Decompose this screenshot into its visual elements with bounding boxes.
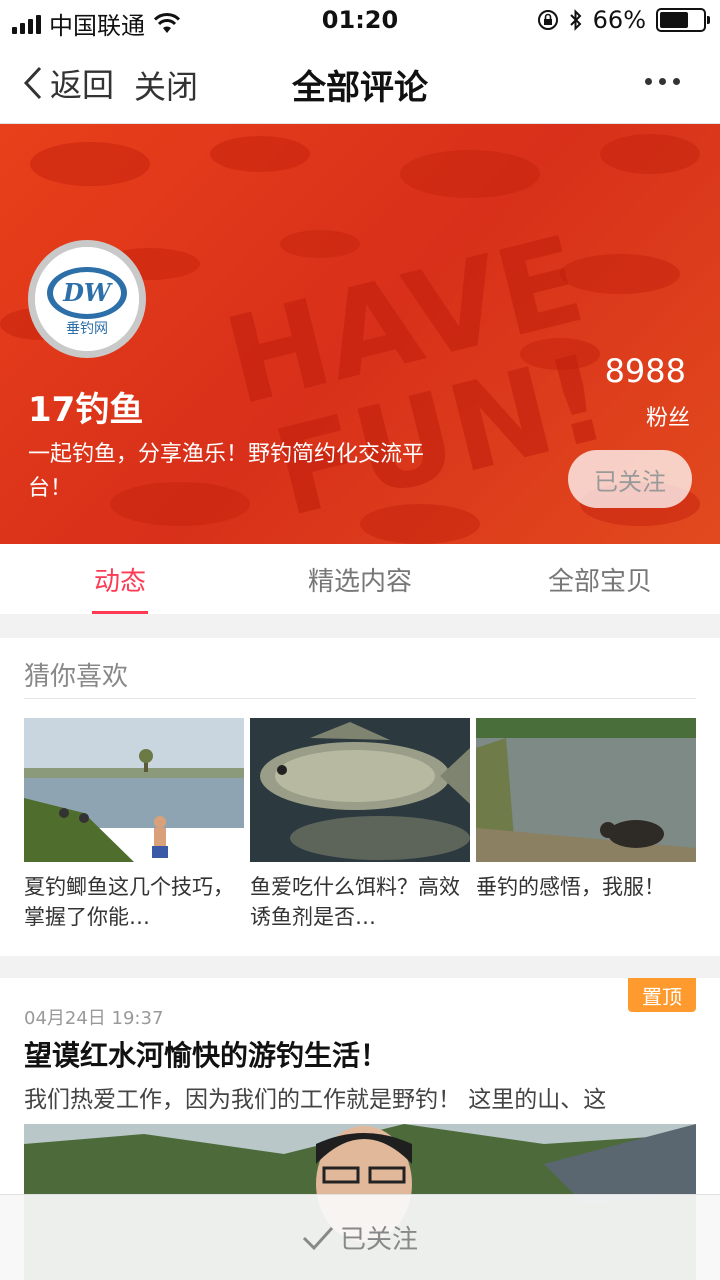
recommendation-card[interactable]: 鱼爱吃什么饵料？高效诱鱼剂是否… xyxy=(250,718,470,934)
shop-avatar[interactable]: DW 垂钓网 xyxy=(28,240,146,358)
recommendation-title: 垂钓的感悟，我服！ xyxy=(476,875,665,899)
rotation-lock-icon xyxy=(537,10,558,30)
close-button[interactable]: 关闭 xyxy=(134,62,198,108)
pond-buffalo-photo xyxy=(476,718,696,862)
back-label: 返回 xyxy=(50,66,115,104)
chevron-left-icon xyxy=(23,66,42,100)
fans-label: 粉丝 xyxy=(645,406,690,431)
more-icon[interactable] xyxy=(645,78,680,85)
status-bar: 中国联通 01:20 66% xyxy=(0,0,720,40)
recommendations-section: 猜你喜欢 夏钓鲫鱼这几个技巧，掌握了你能… 鱼爱吃什么饵料？高效诱鱼剂是否… 垂… xyxy=(0,638,720,956)
recommendation-card[interactable]: 垂钓的感悟，我服！ xyxy=(476,718,696,934)
shop-banner: HAVE FUN! DW 垂钓网 17钓鱼 一起钓鱼，分享渔乐！野钓简约化交流平… xyxy=(0,124,720,544)
svg-text:DW: DW xyxy=(62,278,113,307)
bluetooth-icon xyxy=(569,9,582,31)
divider xyxy=(24,698,696,699)
fans-count: 8988 xyxy=(604,352,686,390)
tab-feed[interactable]: 动态 xyxy=(0,544,240,614)
post-date: 04月24日 19:37 xyxy=(24,1008,164,1029)
battery-icon xyxy=(656,8,710,32)
shop-logo: DW 垂钓网 xyxy=(35,247,139,351)
tab-all-items[interactable]: 全部宝贝 xyxy=(480,544,720,614)
tab-bar: 动态 精选内容 全部宝贝 xyxy=(0,544,720,614)
post-excerpt: 我们热爱工作，因为我们的工作就是野钓！ 这里的山、这 xyxy=(24,1087,607,1113)
bottom-follow-label: 已关注 xyxy=(339,1225,418,1255)
tab-featured[interactable]: 精选内容 xyxy=(240,544,480,614)
section-title: 猜你喜欢 xyxy=(24,662,129,692)
pinned-badge: 置顶 xyxy=(628,978,696,1012)
status-right: 66% xyxy=(537,6,710,34)
checkmark-icon xyxy=(302,1226,334,1250)
recommendation-title: 鱼爱吃什么饵料？高效诱鱼剂是否… xyxy=(250,875,460,929)
shop-name: 17钓鱼 xyxy=(28,390,144,430)
lake-fishing-photo xyxy=(24,718,244,862)
follow-button[interactable]: 已关注 xyxy=(568,450,692,508)
recommendation-title: 夏钓鲫鱼这几个技巧，掌握了你能… xyxy=(24,875,234,929)
carp-photo xyxy=(250,718,470,862)
post-title: 望谟红水河愉快的游钓生活！ xyxy=(24,1039,389,1072)
bottom-follow-bar[interactable]: 已关注 xyxy=(0,1194,720,1280)
svg-text:垂钓网: 垂钓网 xyxy=(66,321,108,337)
nav-bar: 返回 关闭 全部评论 xyxy=(0,40,720,124)
battery-percent: 66% xyxy=(592,6,646,34)
back-button[interactable]: 返回 xyxy=(22,60,114,106)
recommendation-card[interactable]: 夏钓鲫鱼这几个技巧，掌握了你能… xyxy=(24,718,244,934)
battery-fill xyxy=(660,12,688,28)
shop-description: 一起钓鱼，分享渔乐！野钓简约化交流平台！ xyxy=(28,442,425,501)
